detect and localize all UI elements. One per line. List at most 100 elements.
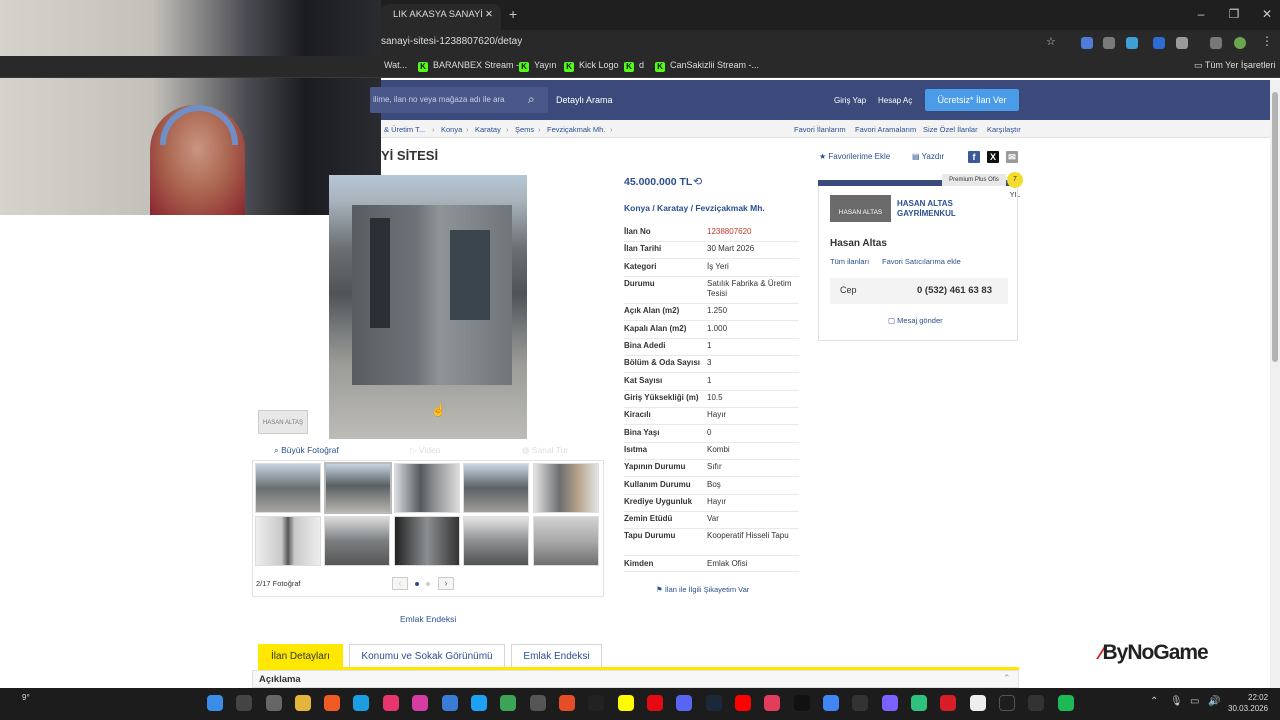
netflix-icon[interactable]	[647, 695, 663, 711]
extension-icon[interactable]	[1081, 37, 1093, 49]
tab-listing-details[interactable]: İlan Detayları	[258, 644, 343, 668]
free-ad-button[interactable]: Ücretsiz* İlan Ver	[925, 89, 1019, 111]
search-icon[interactable]	[236, 695, 252, 711]
maximize-icon[interactable]: ❐	[1224, 7, 1244, 21]
next-page-button[interactable]: ›	[438, 577, 454, 590]
all-ads-link[interactable]: Tüm ilanları	[830, 257, 869, 266]
x-twitter-icon[interactable]: X	[987, 151, 999, 163]
thumbnail[interactable]	[394, 463, 460, 513]
price-history-icon[interactable]: ⟲	[693, 175, 702, 188]
snapchat-icon[interactable]	[618, 695, 634, 711]
bookmark-item[interactable]: K BARANBEX Stream -...	[418, 60, 527, 72]
app-icon[interactable]	[911, 695, 927, 711]
seller-logo[interactable]: HASAN ALTAS	[830, 195, 891, 222]
favorite-seller-link[interactable]: Favori Satıcılarıma ekle	[882, 257, 961, 266]
thumbnail-selected[interactable]	[324, 462, 392, 514]
copilot-icon[interactable]	[882, 695, 898, 711]
location-link[interactable]: Konya / Karatay / Fevziçakmak Mh.	[624, 203, 765, 213]
weather-widget[interactable]: 9°	[22, 693, 30, 702]
new-tab-icon[interactable]: +	[509, 6, 517, 22]
email-icon[interactable]: ✉	[1006, 151, 1018, 163]
extension-icon[interactable]	[1126, 37, 1138, 49]
thumbnail[interactable]	[533, 463, 599, 513]
favorite-listings-link[interactable]: Favori İlanlarım	[794, 125, 846, 134]
thumbnail[interactable]	[324, 516, 390, 566]
app-icon[interactable]	[852, 695, 868, 711]
settings-icon[interactable]	[1028, 695, 1044, 711]
detailed-search-link[interactable]: Detaylı Arama	[556, 95, 613, 105]
thumbnail[interactable]	[463, 463, 529, 513]
complaint-link[interactable]: ⚑ İlan ile İlgili Şikayetim Var	[656, 585, 749, 594]
thumbnail[interactable]	[255, 516, 321, 566]
breadcrumb-item[interactable]: Karatay	[475, 125, 501, 134]
kebab-menu-icon[interactable]: ⋮	[1261, 34, 1273, 48]
url-text[interactable]: sanayi-sitesi-1238807620/detay	[381, 36, 522, 47]
page-dot-active[interactable]	[415, 582, 419, 586]
app-icon[interactable]	[764, 695, 780, 711]
all-bookmarks[interactable]: ▭ Tüm Yer İşaretleri	[1194, 60, 1275, 71]
print-link[interactable]: ▤ Yazdır	[912, 152, 944, 161]
close-window-icon[interactable]: ✕	[1257, 7, 1277, 21]
login-link[interactable]: Giriş Yap	[834, 96, 866, 105]
steam-icon[interactable]	[706, 695, 722, 711]
browser-tab[interactable]: LIK AKASYA SANAYİ SİTESİ ✕	[381, 4, 501, 42]
thumbnail[interactable]	[463, 516, 529, 566]
tab-location[interactable]: Konumu ve Sokak Görünümü	[349, 644, 505, 668]
network-icon[interactable]: ▭	[1190, 696, 1199, 707]
tiktok-icon[interactable]	[794, 695, 810, 711]
edge-icon[interactable]	[353, 695, 369, 711]
emlak-endeksi-link[interactable]: Emlak Endeksi	[400, 614, 456, 624]
app-icon[interactable]	[559, 695, 575, 711]
page-dot[interactable]	[426, 582, 430, 586]
windows-start-icon[interactable]	[207, 695, 223, 711]
thumbnail[interactable]	[394, 516, 460, 566]
media-icon[interactable]	[383, 695, 399, 711]
instagram-icon[interactable]	[412, 695, 428, 711]
add-favorite-link[interactable]: ★ Favorilerime Ekle	[819, 152, 890, 161]
scrollbar-thumb[interactable]	[1272, 92, 1278, 362]
favorite-searches-link[interactable]: Favori Aramalarım	[855, 125, 916, 134]
star-icon[interactable]: ☆	[1046, 35, 1056, 48]
facebook-icon[interactable]: f	[968, 151, 980, 163]
twitter-icon[interactable]	[471, 695, 487, 711]
seller-firm[interactable]: HASAN ALTAS GAYRİMENKUL	[897, 199, 967, 219]
prev-page-button[interactable]: ‹	[392, 577, 408, 590]
breadcrumb-item[interactable]: Şems	[515, 125, 534, 134]
thumbnail[interactable]	[533, 516, 599, 566]
volume-icon[interactable]: 🔊	[1208, 696, 1220, 707]
big-photo-button[interactable]: ⌕ Büyük Fotoğraf	[274, 445, 339, 456]
breadcrumb-item[interactable]: Fevziçakmak Mh.	[547, 125, 605, 134]
brave-icon[interactable]	[324, 695, 340, 711]
app-icon[interactable]	[940, 695, 956, 711]
menu-lines-icon[interactable]	[1210, 37, 1222, 49]
spotify-icon[interactable]	[1058, 695, 1074, 711]
tab-endeksi[interactable]: Emlak Endeksi	[511, 644, 602, 668]
file-explorer-icon[interactable]	[295, 695, 311, 711]
store-icon[interactable]	[442, 695, 458, 711]
profile-avatar[interactable]	[1234, 37, 1246, 49]
clock[interactable]: 22:02 30.03.2026	[1228, 692, 1268, 714]
collapse-icon[interactable]: ⌃	[1003, 673, 1011, 684]
thumbnail[interactable]	[255, 463, 321, 513]
minimize-icon[interactable]: –	[1191, 7, 1211, 21]
bookmark-item[interactable]: K Yayın	[519, 60, 556, 72]
breadcrumb-item[interactable]: & Üretim T...	[384, 125, 425, 134]
shield-icon[interactable]	[1103, 37, 1115, 49]
puzzle-icon[interactable]	[1176, 37, 1188, 49]
microphone-icon[interactable]: 🎙	[1170, 696, 1183, 707]
close-tab-icon[interactable]: ✕	[485, 4, 493, 26]
app-icon[interactable]	[500, 695, 516, 711]
bookmark-item[interactable]: K CanSakizlii Stream -...	[655, 60, 759, 72]
extension-icon[interactable]	[1153, 37, 1165, 49]
phone-number[interactable]: 0 (532) 461 63 83	[917, 285, 992, 296]
discord-icon[interactable]	[676, 695, 692, 711]
special-listings-link[interactable]: Size Özel İlanlar	[923, 125, 978, 134]
chrome-icon[interactable]	[823, 695, 839, 711]
bookmark-item[interactable]: Kd	[624, 60, 644, 72]
search-icon[interactable]: ⌕	[528, 92, 535, 107]
epic-games-icon[interactable]	[588, 695, 604, 711]
send-message-link[interactable]: ▢ Mesaj gönder	[888, 316, 943, 325]
bookmark-item[interactable]: Wat...	[384, 60, 407, 70]
task-view-icon[interactable]	[266, 695, 282, 711]
bookmark-item[interactable]: K Kick Logo	[564, 60, 619, 72]
